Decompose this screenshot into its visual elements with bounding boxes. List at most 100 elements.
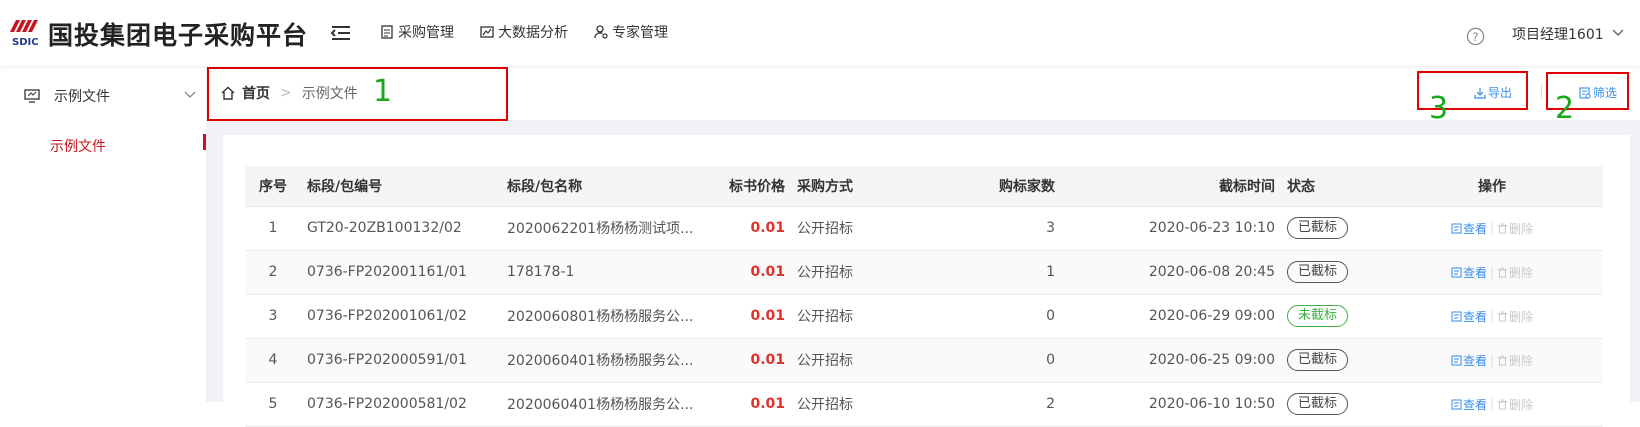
chevron-down-icon[interactable] [1612,28,1624,38]
cell-actions: 查看 | 删除 [1381,250,1603,295]
action-separator: | [1489,265,1495,279]
view-button[interactable]: 查看 [1451,352,1487,369]
row-actions: 查看 | 删除 [1387,220,1597,237]
trash-icon [1498,355,1508,365]
cell-method: 公开招标 [791,250,901,295]
document-icon [381,25,393,39]
trash-icon [1498,267,1508,277]
table-row: 5 0736-FP202000581/02 2020060401杨杨杨服务公... 0… [245,382,1603,427]
cell-method: 公开招标 [791,338,901,383]
cell-price: 0.01 [721,338,791,383]
sidebar-item-sample-files[interactable]: 示例文件 [50,136,106,156]
cell-code: GT20-20ZB100132/02 [301,206,501,251]
table-row: 2 0736-FP202001161/01 178178-1 0.01 公开招标 1 202… [245,250,1603,295]
cell-deadline: 2020-06-10 10:50 [1061,382,1281,427]
cell-no: 4 [245,338,301,383]
nav-experts[interactable]: 专家管理 [594,22,668,42]
table-row: 1 GT20-20ZB100132/02 2020062201杨杨杨测试项... 0.… [245,206,1603,251]
action-separator: | [1489,397,1495,411]
view-button[interactable]: 查看 [1451,396,1487,413]
col-count: 购标家数 [901,166,1061,207]
view-icon [1451,399,1462,409]
col-status: 状态 [1281,166,1381,207]
sidebar: 示例文件 示例文件 [0,66,207,402]
delete-button[interactable]: 删除 [1497,220,1533,237]
user-gear-icon [594,25,608,39]
delete-label: 删除 [1509,309,1534,324]
cell-code: 0736-FP202000581/02 [301,382,501,427]
cell-deadline: 2020-06-29 09:00 [1061,294,1281,339]
cell-actions: 查看 | 删除 [1381,294,1603,339]
svg-text:?: ? [1472,30,1478,44]
cell-method: 公开招标 [791,294,901,339]
user-menu[interactable]: 项目经理1601 [1512,24,1604,44]
delete-button[interactable]: 删除 [1497,352,1533,369]
table-row: 4 0736-FP202000591/01 2020060401杨杨杨服务公... 0… [245,338,1603,383]
sdic-logo-icon: SDIC [10,20,39,48]
view-label: 查看 [1462,221,1487,236]
delete-label: 删除 [1509,397,1534,412]
sidebar-group-sample-files[interactable]: 示例文件 [24,84,196,108]
cell-code: 0736-FP202001061/02 [301,294,501,339]
cell-code: 0736-FP202000591/01 [301,338,501,383]
col-actions: 操作 [1381,166,1603,207]
cell-status: 已截标 [1281,338,1381,383]
view-button[interactable]: 查看 [1451,220,1487,237]
table-row: 3 0736-FP202001061/02 2020060801杨杨杨服务公... 0… [245,294,1603,339]
help-icon[interactable]: ? [1466,27,1485,46]
annotation-number-1: 1 [373,74,393,109]
view-icon [1451,267,1462,277]
nav-procurement[interactable]: 采购管理 [380,22,454,42]
status-badge: 已截标 [1287,261,1349,283]
table-header-row: 序号 标段/包编号 标段/包名称 标书价格 采购方式 购标家数 截标时间 状态 … [245,166,1603,207]
cell-price: 0.01 [721,294,791,339]
cell-code: 0736-FP202001161/01 [301,250,501,295]
chart-icon [480,26,494,38]
app-title: 国投集团电子采购平台 [48,21,309,50]
cell-deadline: 2020-06-25 09:00 [1061,338,1281,383]
annotation-number-3: 3 [1429,91,1449,126]
col-deadline: 截标时间 [1061,166,1281,207]
cell-status: 已截标 [1281,382,1381,427]
delete-button[interactable]: 删除 [1497,396,1533,413]
delete-button[interactable]: 删除 [1497,264,1533,281]
cell-count: 0 [901,294,1061,339]
view-button[interactable]: 查看 [1451,264,1487,281]
menu-collapse-icon[interactable] [330,24,352,42]
cell-name: 2020060401杨杨杨服务公... [501,338,721,383]
cell-price: 0.01 [721,206,791,251]
delete-label: 删除 [1509,265,1534,280]
cell-no: 1 [245,206,301,251]
chevron-down-icon [184,91,196,98]
cell-method: 公开招标 [791,382,901,427]
cell-no: 2 [245,250,301,295]
view-icon [1451,355,1462,365]
nav-big-data[interactable]: 大数据分析 [480,22,568,42]
row-actions: 查看 | 删除 [1387,264,1597,281]
delete-button[interactable]: 删除 [1497,308,1533,325]
cell-no: 3 [245,294,301,339]
view-button[interactable]: 查看 [1451,308,1487,325]
annotation-number-2: 2 [1555,91,1575,126]
row-actions: 查看 | 删除 [1387,352,1597,369]
cell-name: 178178-1 [501,250,721,295]
cell-deadline: 2020-06-23 10:10 [1061,206,1281,251]
view-label: 查看 [1462,309,1487,324]
cell-count: 0 [901,338,1061,383]
view-label: 查看 [1462,397,1487,412]
nav-procurement-label: 采购管理 [398,25,454,41]
sidebar-active-indicator [203,134,206,150]
status-badge: 已截标 [1287,393,1349,415]
trash-icon [1498,223,1508,233]
col-method: 采购方式 [791,166,901,207]
view-icon [1451,223,1462,233]
cell-status: 已截标 [1281,250,1381,295]
sidebar-group-label: 示例文件 [54,89,110,105]
action-separator: | [1489,221,1495,235]
table-body: 1 GT20-20ZB100132/02 2020062201杨杨杨测试项... 0.… [245,206,1603,427]
cell-status: 已截标 [1281,206,1381,251]
delete-label: 删除 [1509,353,1534,368]
top-nav: 采购管理 大数据分析 专家管理 [380,22,668,42]
cell-name: 2020060801杨杨杨服务公... [501,294,721,339]
action-separator: | [1489,309,1495,323]
